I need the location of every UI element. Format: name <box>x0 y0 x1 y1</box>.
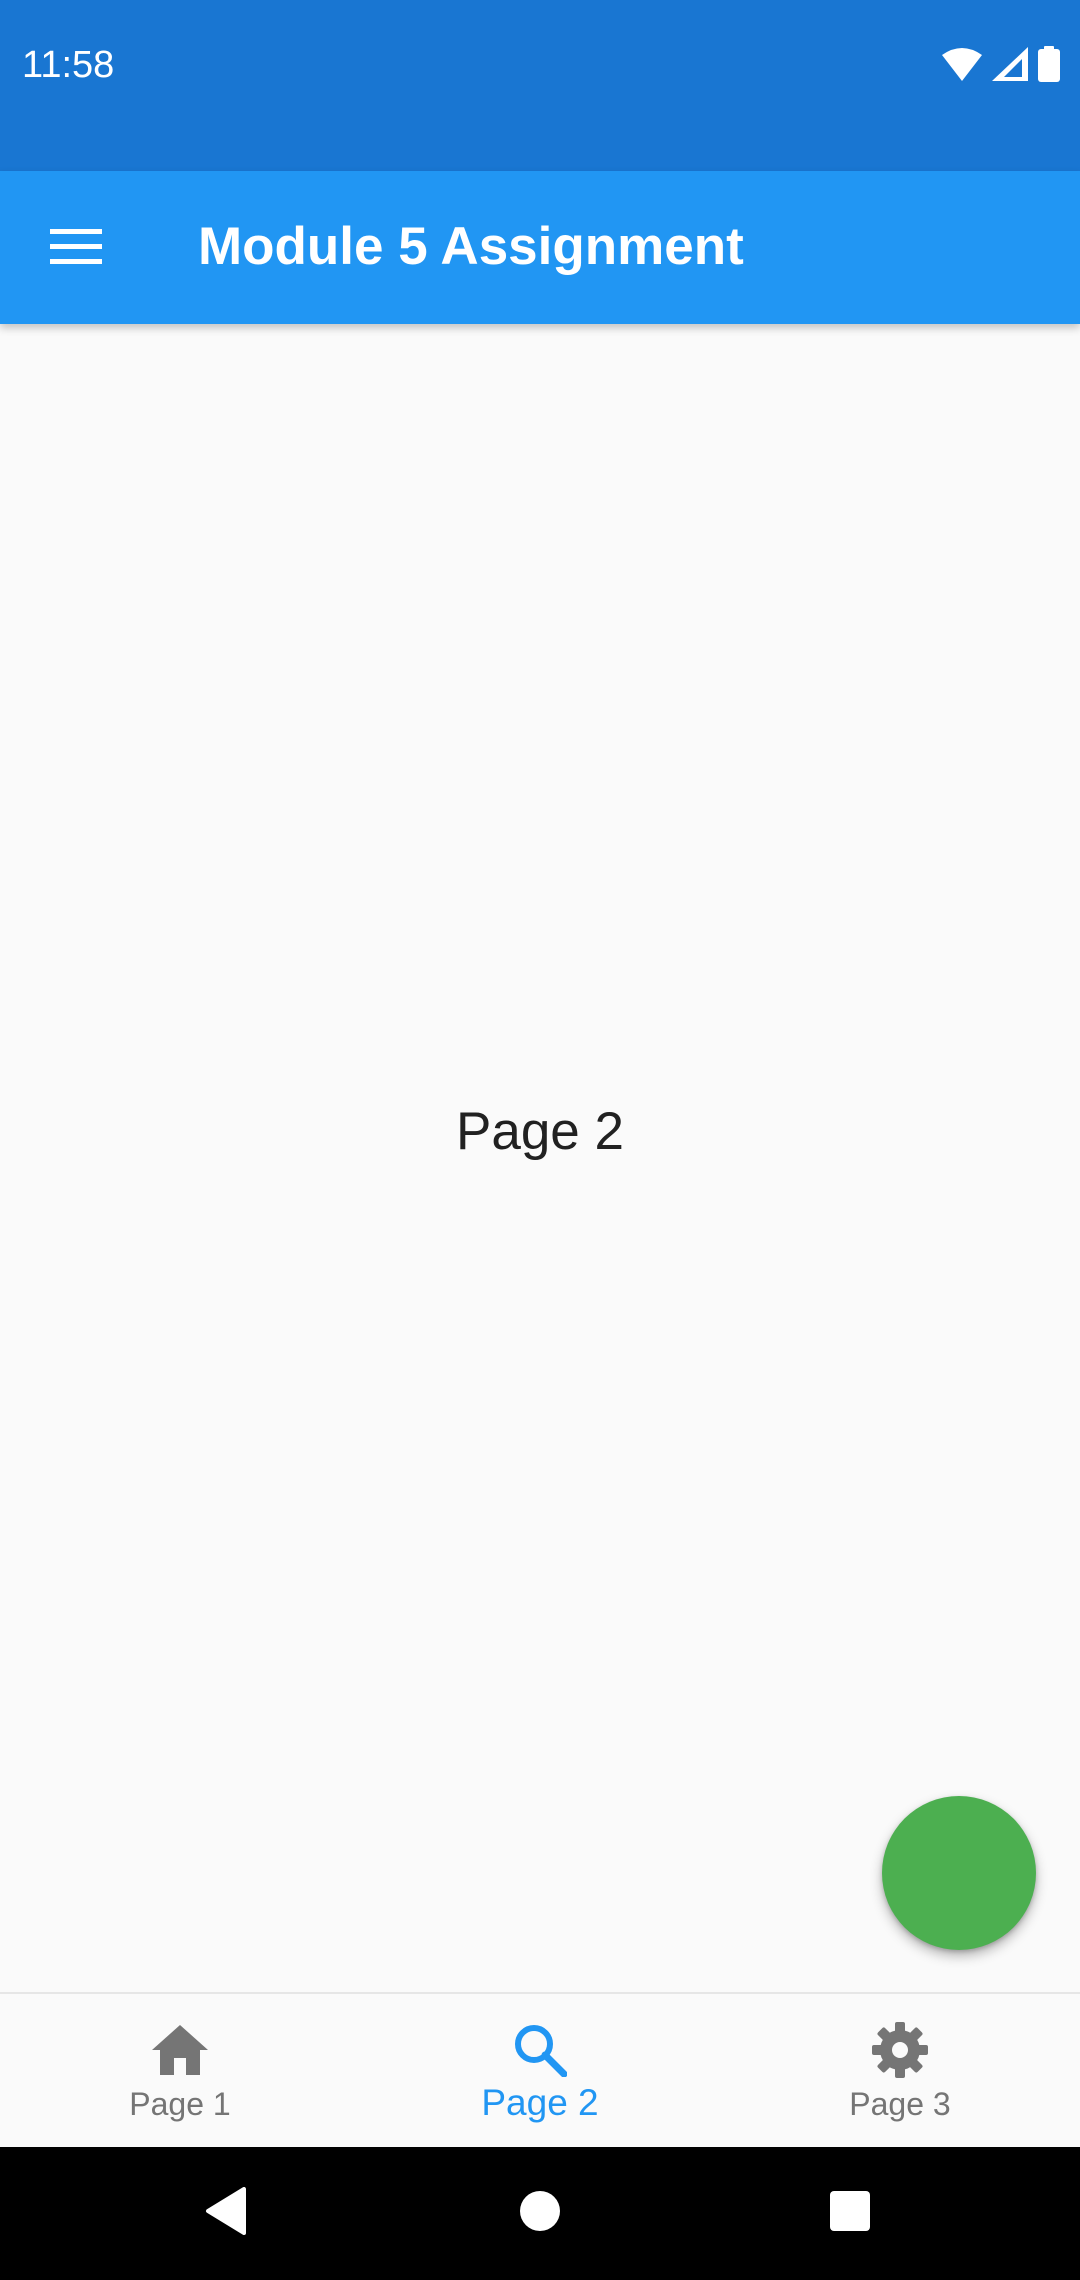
nav-item-page-1[interactable]: Page 1 <box>0 1994 360 2149</box>
back-icon <box>204 2186 248 2240</box>
wifi-icon <box>942 47 982 86</box>
home-button[interactable] <box>502 2175 578 2251</box>
recents-icon <box>829 2190 871 2237</box>
nav-label-page-3: Page 3 <box>849 2086 951 2122</box>
nav-item-page-3[interactable]: Page 3 <box>720 1994 1080 2149</box>
main-content: Page 2 <box>0 324 1080 1992</box>
status-icons <box>942 44 1060 88</box>
status-time: 11:58 <box>22 44 115 86</box>
gear-icon <box>870 2020 930 2080</box>
floating-action-button[interactable] <box>882 1796 1036 1950</box>
search-icon <box>510 2020 570 2080</box>
cell-signal-icon <box>992 46 1028 86</box>
nav-label-page-2: Page 2 <box>481 2082 599 2123</box>
home-circle-icon <box>519 2190 561 2237</box>
app-screen: 11:58 Module 5 Assignment Page 2 Page 1 … <box>0 0 1080 2280</box>
recents-button[interactable] <box>812 2175 888 2251</box>
status-bar: 11:58 <box>0 0 1080 171</box>
app-bar: Module 5 Assignment <box>0 171 1080 324</box>
nav-label-page-1: Page 1 <box>129 2086 231 2122</box>
page-label: Page 2 <box>456 1102 624 1161</box>
system-navigation-bar <box>0 2147 1080 2280</box>
hamburger-menu-icon <box>50 228 102 270</box>
back-button[interactable] <box>188 2175 264 2251</box>
nav-item-page-2[interactable]: Page 2 <box>360 1994 720 2149</box>
app-title: Module 5 Assignment <box>198 217 744 276</box>
battery-icon <box>1038 45 1060 87</box>
menu-button[interactable] <box>34 207 118 291</box>
home-icon <box>150 2020 210 2080</box>
bottom-navigation: Page 1 Page 2 Page 3 <box>0 1992 1080 2149</box>
